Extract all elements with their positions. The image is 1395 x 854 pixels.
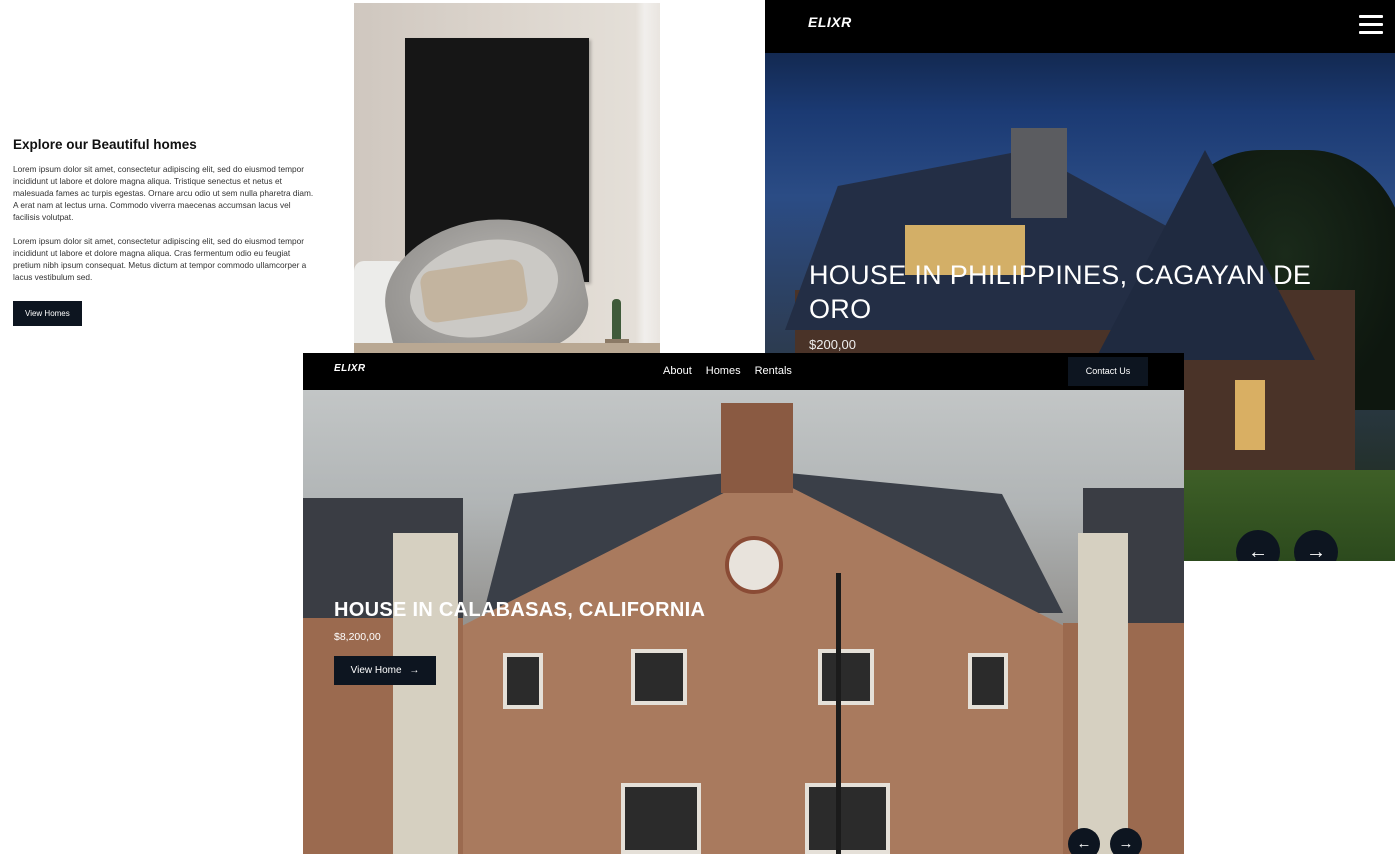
nav-about[interactable]: About xyxy=(663,365,692,377)
logo[interactable]: ELIXR xyxy=(808,14,852,30)
house-chimney xyxy=(1011,128,1067,218)
contact-us-button[interactable]: Contact Us xyxy=(1068,357,1148,386)
arrow-right-icon[interactable]: → xyxy=(1110,828,1142,854)
view-home-label: View Home xyxy=(350,665,402,676)
window xyxy=(818,649,874,705)
hero-price: $200,00 xyxy=(809,337,856,352)
floor xyxy=(354,343,660,353)
interior-photo xyxy=(354,3,660,353)
view-home-button[interactable]: View Home → xyxy=(334,656,436,685)
window xyxy=(503,653,543,709)
cream-wall-left xyxy=(393,533,458,854)
explore-paragraph-2: Lorem ipsum dolor sit amet, consectetur … xyxy=(13,236,307,282)
view-homes-button[interactable]: View Homes xyxy=(13,301,82,326)
explore-section: Explore our Beautiful homes Lorem ipsum … xyxy=(13,137,318,326)
street-lamp xyxy=(836,573,841,854)
nav-links: About Homes Rentals xyxy=(663,365,792,377)
window xyxy=(621,783,701,854)
hero-price: $8,200,00 xyxy=(334,631,381,643)
window xyxy=(805,783,890,854)
arrow-right-icon: → xyxy=(409,665,420,676)
cream-wall-right xyxy=(1078,533,1128,854)
hero-title: HOUSE IN CALABASAS, CALIFORNIA xyxy=(334,599,706,621)
navbar: ELIXR About Homes Rentals Contact Us xyxy=(303,353,1184,390)
nav-rentals[interactable]: Rentals xyxy=(755,365,792,377)
window xyxy=(631,649,687,705)
hamburger-menu-icon[interactable] xyxy=(1359,15,1383,35)
nav-homes[interactable]: Homes xyxy=(706,365,741,377)
explore-title: Explore our Beautiful homes xyxy=(13,137,197,152)
hero-calabasas: ELIXR About Homes Rentals Contact Us HOU… xyxy=(303,353,1184,854)
logo[interactable]: ELIXR xyxy=(334,363,365,374)
window-light xyxy=(1235,380,1265,450)
arrow-left-icon[interactable]: ← xyxy=(1068,828,1100,854)
hero-title: HOUSE IN PHILIPPINES, CAGAYAN DE ORO xyxy=(809,260,1312,324)
round-window xyxy=(725,536,783,594)
window xyxy=(968,653,1008,709)
chimney xyxy=(721,403,793,493)
top-bar: ELIXR xyxy=(765,0,1395,53)
explore-paragraph-1: Lorem ipsum dolor sit amet, consectetur … xyxy=(13,164,314,222)
